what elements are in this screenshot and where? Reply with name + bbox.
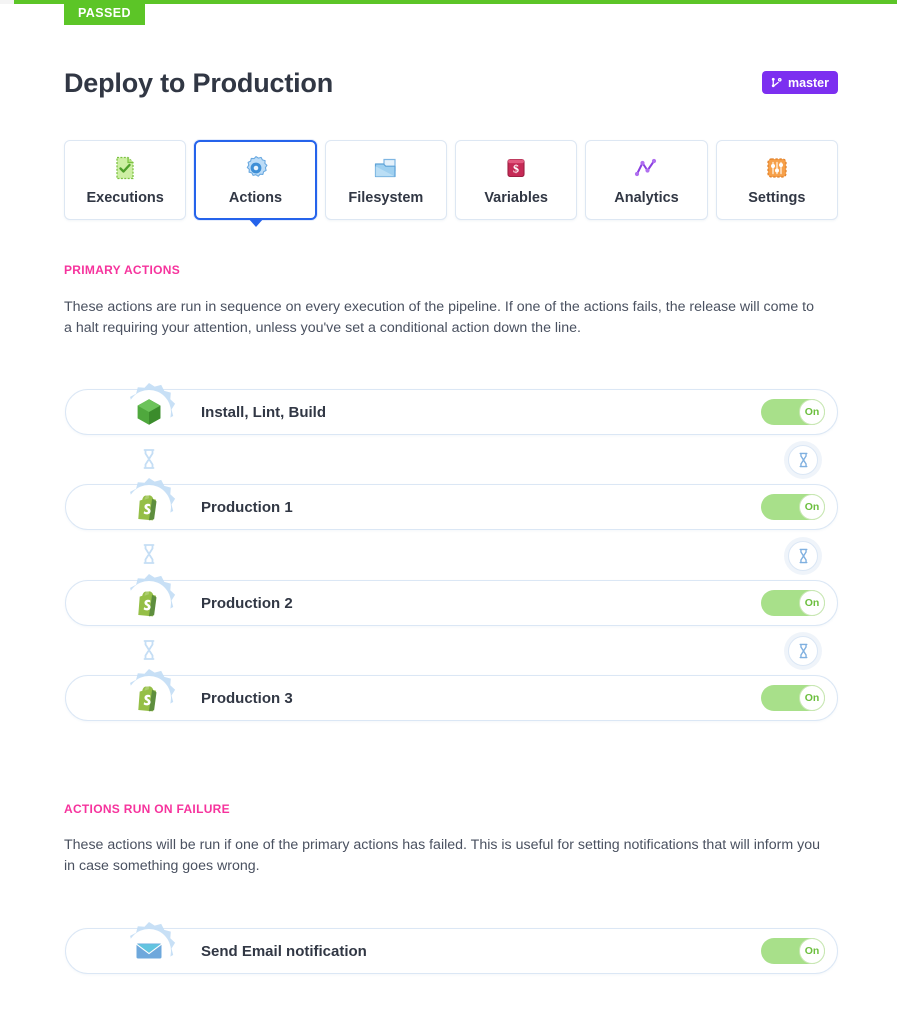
shopify-icon xyxy=(134,588,164,618)
tab-filesystem[interactable]: Filesystem xyxy=(324,140,447,220)
failure-actions-heading: ACTIONS RUN ON FAILURE xyxy=(64,802,230,816)
document-check-icon xyxy=(112,155,138,181)
tab-executions[interactable]: Executions xyxy=(64,140,187,220)
action-row[interactable]: Production 1 On xyxy=(65,484,838,530)
action-toggle[interactable]: On xyxy=(761,685,825,711)
page-title: Deploy to Production xyxy=(64,68,333,98)
action-label: Production 2 xyxy=(201,594,293,612)
branch-label: master xyxy=(788,75,829,90)
branch-icon xyxy=(770,76,783,89)
action-toggle[interactable]: On xyxy=(761,399,825,425)
tab-analytics[interactable]: Analytics xyxy=(585,140,708,220)
tab-label: Actions xyxy=(228,189,283,206)
tab-actions[interactable]: Actions xyxy=(194,140,317,227)
connector-hourglass-icon xyxy=(141,448,157,470)
action-label: Install, Lint, Build xyxy=(201,403,326,421)
tab-variables[interactable]: $ Variables xyxy=(455,140,578,220)
folder-icon xyxy=(373,155,399,181)
action-icon-holder xyxy=(118,572,180,634)
nodejs-icon xyxy=(134,397,164,427)
failure-actions-description: These actions will be run if one of the … xyxy=(64,837,820,874)
shopify-icon xyxy=(134,683,164,713)
primary-actions-heading: PRIMARY ACTIONS xyxy=(64,263,181,277)
tab-label: Variables xyxy=(484,189,548,206)
tab-label: Settings xyxy=(748,189,806,206)
row-hourglass-badge[interactable] xyxy=(788,636,818,666)
action-icon-holder xyxy=(118,476,180,538)
toggle-knob: On xyxy=(799,590,825,616)
shopify-icon xyxy=(134,492,164,522)
tab-bar: Executions Actions Filesystem $ Variable… xyxy=(64,140,838,227)
toggle-knob: On xyxy=(799,938,825,964)
branch-badge[interactable]: master xyxy=(762,71,838,94)
action-row[interactable]: Send Email notification On xyxy=(65,928,838,974)
toggle-knob: On xyxy=(799,685,825,711)
action-toggle[interactable]: On xyxy=(761,590,825,616)
sliders-icon xyxy=(764,155,790,181)
toggle-knob: On xyxy=(799,494,825,520)
action-icon-holder xyxy=(118,920,180,982)
row-hourglass-badge[interactable] xyxy=(788,541,818,571)
action-label: Production 3 xyxy=(201,689,293,707)
dollar-card-icon: $ xyxy=(503,155,529,181)
action-icon-holder xyxy=(118,381,180,443)
action-icon-holder xyxy=(118,667,180,729)
line-chart-icon xyxy=(633,155,659,181)
envelope-icon xyxy=(134,936,164,966)
action-label: Send Email notification xyxy=(201,942,367,960)
action-toggle[interactable]: On xyxy=(761,938,825,964)
action-toggle[interactable]: On xyxy=(761,494,825,520)
row-hourglass-badge[interactable] xyxy=(788,445,818,475)
status-badge: PASSED xyxy=(64,0,145,25)
toggle-knob: On xyxy=(799,399,825,425)
tab-label: Executions xyxy=(86,189,164,206)
action-label: Production 1 xyxy=(201,498,293,516)
selected-tab-pointer xyxy=(247,218,264,227)
primary-actions-description: These actions are run in sequence on eve… xyxy=(64,299,815,336)
top-bar-left-gap xyxy=(0,0,14,4)
gear-icon xyxy=(243,155,269,181)
svg-text:$: $ xyxy=(513,161,519,175)
action-row[interactable]: Production 2 On xyxy=(65,580,838,626)
tab-label: Filesystem xyxy=(348,189,424,206)
connector-hourglass-icon xyxy=(141,543,157,565)
tab-label: Analytics xyxy=(614,189,679,206)
header: Deploy to Production master xyxy=(64,60,838,106)
tab-settings[interactable]: Settings xyxy=(715,140,838,220)
action-row[interactable]: Install, Lint, Build On xyxy=(65,389,838,435)
action-row[interactable]: Production 3 On xyxy=(65,675,838,721)
connector-hourglass-icon xyxy=(141,639,157,661)
